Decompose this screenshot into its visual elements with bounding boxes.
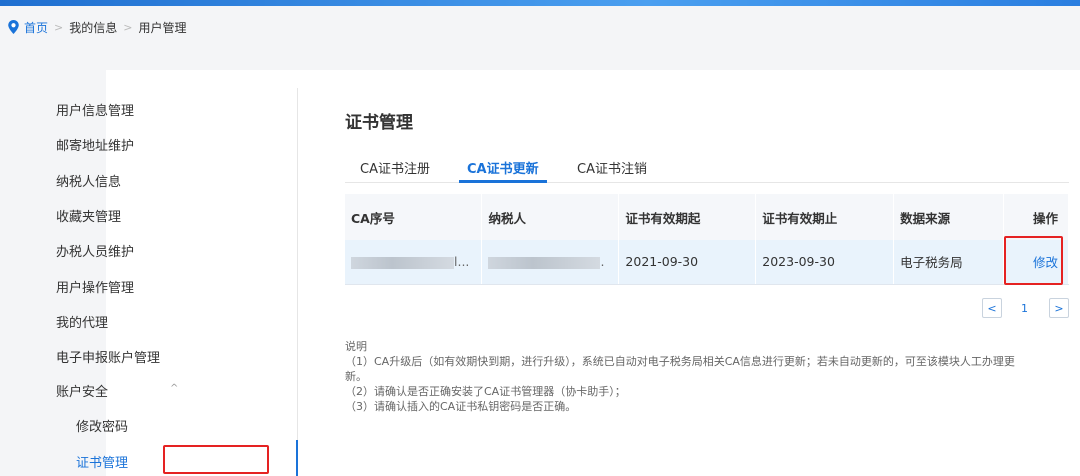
notes-section: 说明 （1）CA升级后（如有效期快到期，进行升级），系统已自动对电子税务局相关C… bbox=[345, 339, 1080, 414]
column-header-taxpayer: 纳税人 bbox=[481, 194, 620, 240]
side-menu bbox=[106, 88, 298, 476]
menu-item-certificate-management[interactable]: 证书管理 bbox=[76, 452, 128, 471]
redacted-text bbox=[351, 256, 454, 269]
breadcrumb-separator: > bbox=[123, 20, 133, 34]
breadcrumb: 首页 > 我的信息 > 用户管理 bbox=[8, 17, 186, 37]
pager-next-button[interactable]: > bbox=[1049, 298, 1069, 318]
menu-item-account-security[interactable]: 账户安全 ^ bbox=[56, 381, 178, 400]
notes-line: （1）CA升级后（如有效期快到期，进行升级），系统已自动对电子税务局相关CA信息… bbox=[345, 355, 1015, 368]
certificate-table: CA序号 纳税人 证书有效期起 证书有效期止 数据来源 操作 l... . 20… bbox=[345, 194, 1069, 285]
breadcrumb-user-management: 用户管理 bbox=[138, 20, 187, 35]
cell-data-source: 电子税务局 bbox=[893, 240, 1004, 285]
breadcrumb-my-info[interactable]: 我的信息 bbox=[69, 19, 117, 36]
menu-item-favorites[interactable]: 收藏夹管理 bbox=[56, 206, 121, 225]
top-banner bbox=[0, 0, 1080, 6]
highlight-box-modify bbox=[1004, 236, 1063, 285]
column-header-action: 操作 bbox=[1003, 194, 1069, 240]
tab-bar: CA证书注册 CA证书更新 CA证书注销 bbox=[345, 150, 1069, 183]
highlight-box-menu bbox=[163, 445, 269, 474]
table-header-row: CA序号 纳税人 证书有效期起 证书有效期止 数据来源 操作 bbox=[345, 194, 1069, 240]
menu-item-taxpayer-info[interactable]: 纳税人信息 bbox=[56, 171, 121, 190]
menu-item-e-filing-account[interactable]: 电子申报账户管理 bbox=[56, 347, 160, 366]
redacted-text bbox=[488, 256, 601, 269]
pager-prev-button[interactable]: < bbox=[982, 298, 1002, 318]
menu-item-change-password[interactable]: 修改密码 bbox=[76, 416, 128, 435]
menu-item-user-operations[interactable]: 用户操作管理 bbox=[56, 277, 134, 296]
active-menu-indicator bbox=[296, 440, 298, 476]
notes-line: 新。 bbox=[345, 370, 367, 383]
notes-line: （3）请确认插入的CA证书私钥密码是否正确。 bbox=[345, 400, 577, 413]
column-header-valid-from: 证书有效期起 bbox=[618, 194, 757, 240]
chevron-up-icon: ^ bbox=[170, 383, 179, 394]
tab-ca-register[interactable]: CA证书注册 bbox=[360, 158, 430, 177]
location-pin-icon bbox=[8, 20, 19, 34]
tab-ca-cancel[interactable]: CA证书注销 bbox=[577, 158, 647, 177]
column-header-data-source: 数据来源 bbox=[893, 194, 1004, 240]
menu-item-user-info[interactable]: 用户信息管理 bbox=[56, 100, 134, 119]
cell-valid-to: 2023-09-30 bbox=[755, 240, 895, 285]
menu-item-label: 账户安全 bbox=[56, 385, 109, 400]
menu-item-mailing-address[interactable]: 邮寄地址维护 bbox=[56, 135, 134, 154]
active-tab-underline bbox=[459, 180, 547, 183]
breadcrumb-separator: > bbox=[54, 20, 64, 34]
tab-ca-update[interactable]: CA证书更新 bbox=[467, 158, 539, 177]
cell-valid-from: 2021-09-30 bbox=[618, 240, 757, 285]
menu-item-my-agent[interactable]: 我的代理 bbox=[56, 312, 108, 331]
menu-item-tax-staff[interactable]: 办税人员维护 bbox=[56, 241, 134, 260]
column-header-ca-number: CA序号 bbox=[345, 194, 483, 240]
page-title: 证书管理 bbox=[345, 113, 413, 133]
pager-current-page[interactable]: 1 bbox=[1021, 302, 1028, 315]
table-row: l... . 2021-09-30 2023-09-30 电子税务局 修改 bbox=[345, 240, 1069, 285]
notes-line: （2）请确认是否正确安装了CA证书管理器（协卡助手）； bbox=[345, 385, 626, 398]
notes-heading: 说明 bbox=[345, 340, 367, 353]
column-header-valid-to: 证书有效期止 bbox=[755, 194, 895, 240]
breadcrumb-home-link[interactable]: 首页 bbox=[24, 19, 48, 36]
cell-ca-number: l... bbox=[345, 240, 483, 285]
cell-taxpayer: . bbox=[481, 240, 620, 285]
